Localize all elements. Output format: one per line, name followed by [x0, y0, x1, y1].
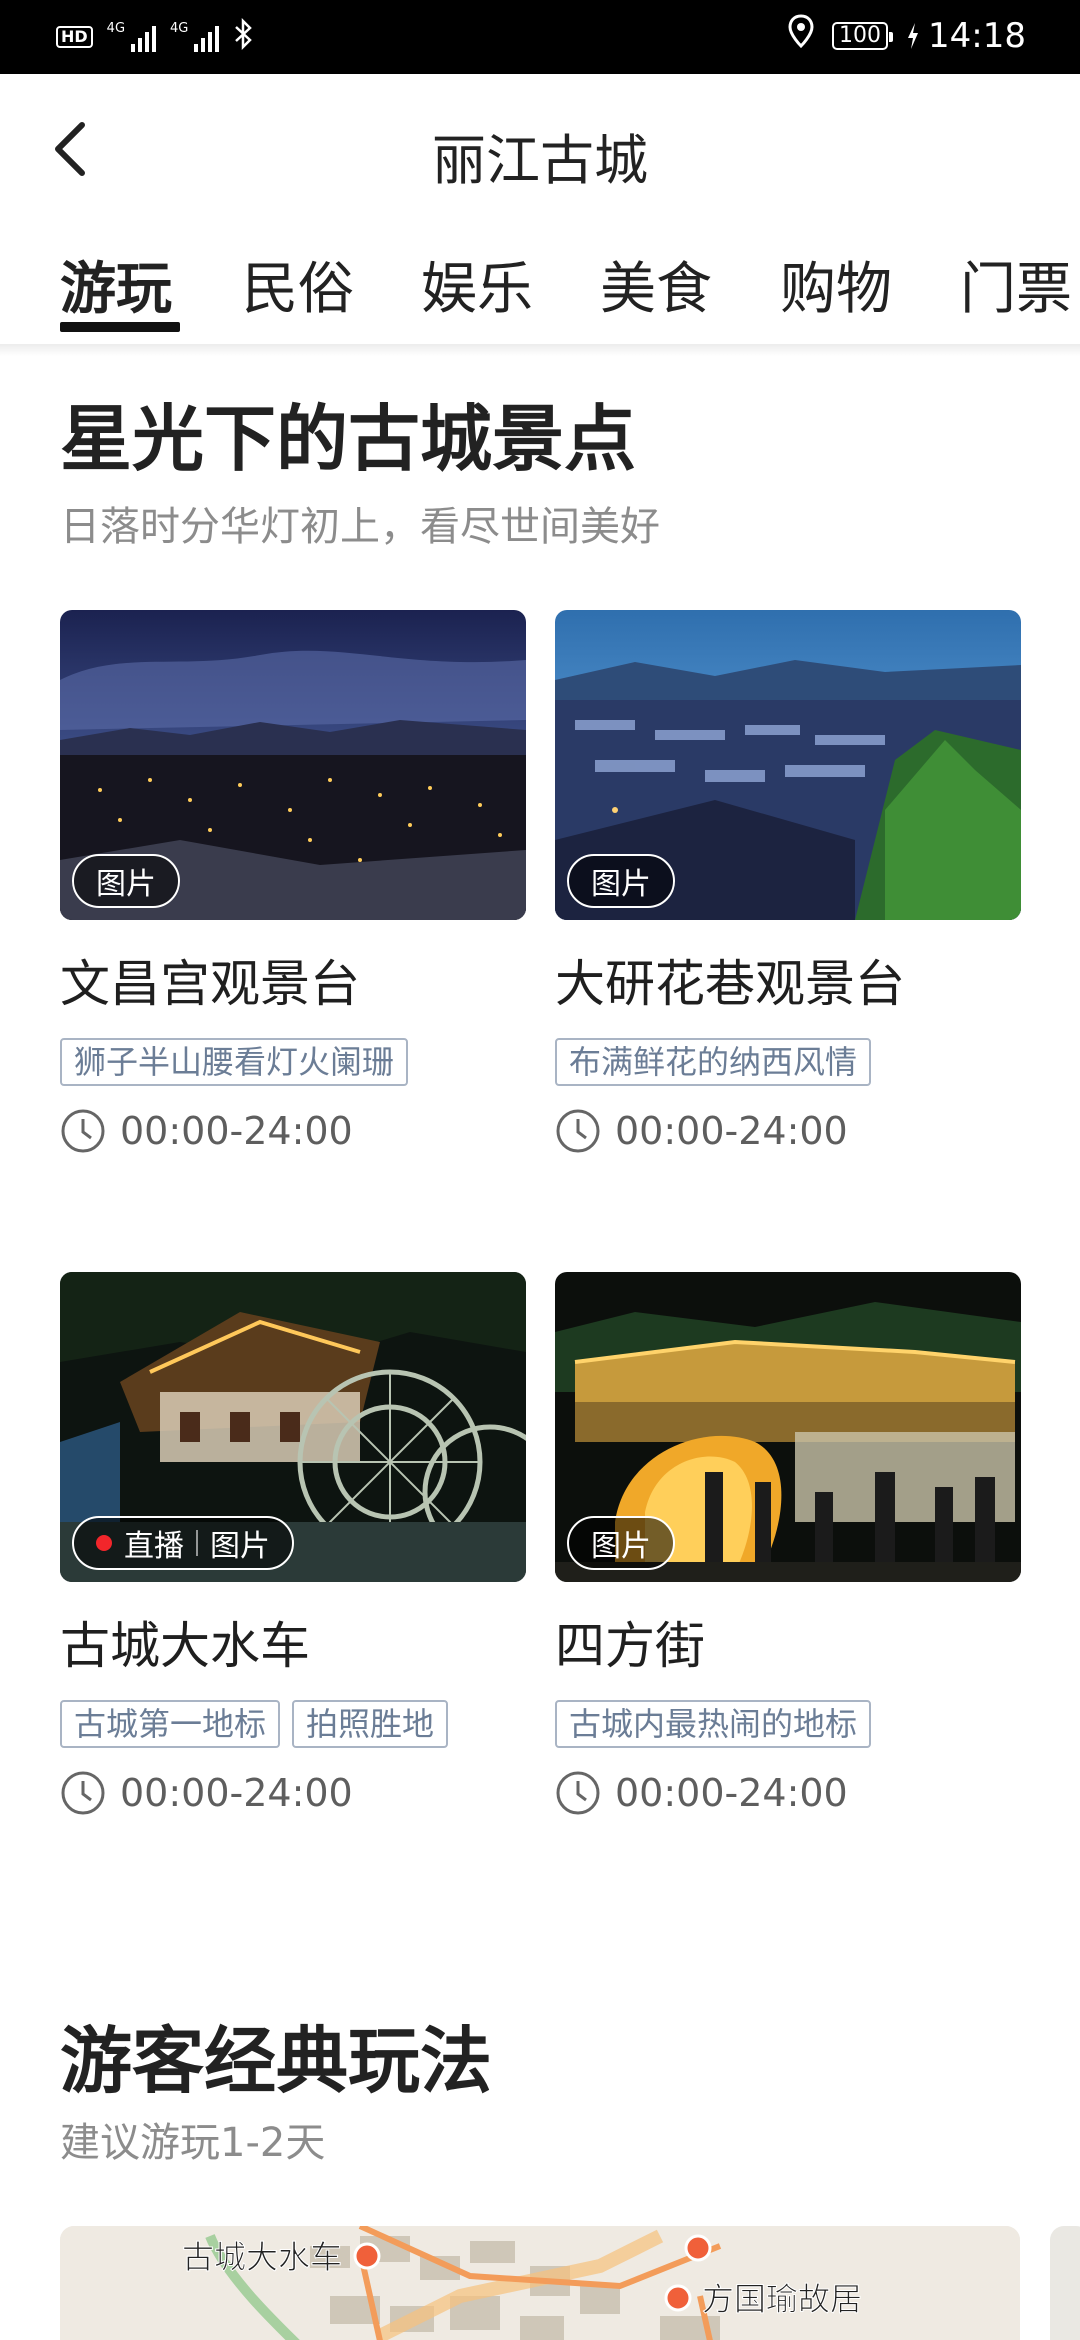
- tab-yule[interactable]: 娱乐: [421, 244, 533, 325]
- opening-hours: 00:00-24:00: [555, 1108, 1021, 1154]
- attraction-card[interactable]: 直播 图片 古城大水车 古城第一地标 拍照胜地 00:00-24:00: [60, 1272, 526, 1816]
- opening-hours: 00:00-24:00: [555, 1770, 1021, 1816]
- attraction-tag: 古城第一地标: [60, 1700, 281, 1748]
- location-icon: [788, 14, 814, 57]
- next-card-peek[interactable]: [1050, 2226, 1080, 2340]
- media-badge: 图片: [567, 1516, 675, 1570]
- tab-gouwu[interactable]: 购物: [780, 244, 892, 325]
- tab-active-indicator: [60, 322, 180, 332]
- page-title: 丽江古城: [432, 129, 648, 192]
- clock-icon: [556, 1109, 600, 1153]
- attraction-name: 文昌宫观景台: [60, 955, 360, 1013]
- tab-youwan[interactable]: 游玩: [60, 244, 172, 325]
- attraction-name: 大研花巷观景台: [555, 955, 905, 1013]
- tabs-divider: [0, 344, 1080, 356]
- map-marker-icon[interactable]: [664, 2284, 692, 2312]
- media-badge: 直播 图片: [72, 1516, 294, 1570]
- battery-icon: 100: [832, 21, 894, 50]
- clock-icon: [61, 1771, 105, 1815]
- section-subtitle: 建议游玩1-2天: [60, 2120, 326, 2166]
- tab-minsu[interactable]: 民俗: [242, 244, 354, 325]
- tab-meishi[interactable]: 美食: [600, 244, 712, 325]
- live-dot-icon: [96, 1535, 112, 1551]
- bluetooth-icon: [233, 17, 255, 56]
- signal-icon: 4G: [170, 22, 220, 52]
- map-label: 古城大水车: [182, 2239, 342, 2275]
- opening-hours: 00:00-24:00: [60, 1770, 526, 1816]
- app-header: 丽江古城: [0, 74, 1080, 224]
- opening-hours: 00:00-24:00: [60, 1108, 526, 1154]
- map-marker-icon[interactable]: [684, 2234, 712, 2262]
- hd-icon: HD: [56, 26, 93, 48]
- attraction-photo[interactable]: 图片: [555, 1272, 1021, 1582]
- category-tabs: 游玩 民俗 娱乐 美食 购物 门票: [0, 224, 1080, 344]
- clock-icon: [61, 1109, 105, 1153]
- attraction-name: 古城大水车: [60, 1617, 310, 1675]
- status-bar: HD 4G 4G 100 14:18: [0, 0, 1080, 74]
- attraction-tag: 布满鲜花的纳西风情: [555, 1038, 872, 1086]
- map-label: 方国瑜故居: [702, 2281, 862, 2317]
- tab-menpiao[interactable]: 门票: [960, 244, 1072, 325]
- section-title: 游客经典玩法: [60, 2019, 493, 2103]
- signal-icon: 4G: [107, 22, 157, 52]
- charging-icon: [906, 22, 920, 50]
- section-title: 星光下的古城景点: [60, 397, 637, 481]
- attraction-card[interactable]: 图片 文昌宫观景台 狮子半山腰看灯火阑珊 00:00-24:00: [60, 610, 526, 1154]
- clock-icon: [556, 1771, 600, 1815]
- attraction-tag: 狮子半山腰看灯火阑珊: [60, 1038, 409, 1086]
- attraction-tag: 古城内最热闹的地标: [555, 1700, 872, 1748]
- attraction-card[interactable]: 图片 大研花巷观景台 布满鲜花的纳西风情 00:00-24:00: [555, 610, 1021, 1154]
- attraction-tag: 拍照胜地: [292, 1700, 449, 1748]
- attraction-card[interactable]: 图片 四方街 古城内最热闹的地标 00:00-24:00: [555, 1272, 1021, 1816]
- media-badge: 图片: [72, 854, 180, 908]
- attraction-photo[interactable]: 图片: [60, 610, 526, 920]
- media-badge: 图片: [567, 854, 675, 908]
- route-map[interactable]: 古城大水车 方国瑜故居: [60, 2226, 1020, 2340]
- map-marker-icon[interactable]: [353, 2242, 381, 2270]
- attraction-photo[interactable]: 图片: [555, 610, 1021, 920]
- clock-time: 14:18: [928, 15, 1026, 56]
- attraction-photo[interactable]: 直播 图片: [60, 1272, 526, 1582]
- section-subtitle: 日落时分华灯初上，看尽世间美好: [60, 504, 660, 550]
- attraction-name: 四方街: [555, 1617, 705, 1675]
